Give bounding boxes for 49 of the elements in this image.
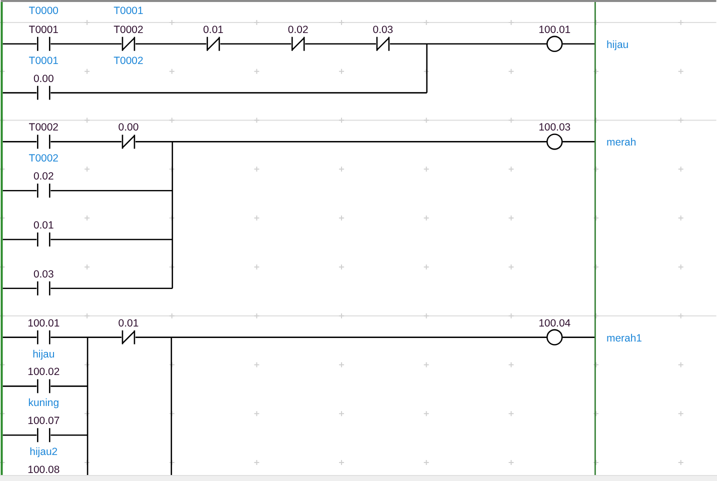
normally-closed-contact[interactable] <box>122 134 136 150</box>
contact-address: 0.03 <box>33 269 54 280</box>
coil-address: 100.03 <box>538 122 571 134</box>
contact-address: T0002 <box>114 24 144 36</box>
horizontal-scrollbar[interactable] <box>0 475 717 481</box>
contact-address: 0.01 <box>203 24 224 36</box>
contact-comment: T0001 <box>28 56 58 67</box>
coil-address: 100.01 <box>538 24 571 36</box>
normally-open-contact[interactable] <box>37 182 50 198</box>
normally-open-contact[interactable] <box>37 36 50 52</box>
coil-comment: hijau <box>606 40 629 51</box>
contact-address: 0.02 <box>288 24 308 36</box>
normally-open-contact[interactable] <box>37 330 50 345</box>
contact-comment: hijau <box>32 349 55 360</box>
contact-address: T0001 <box>28 24 58 36</box>
contact-address: 100.08 <box>28 465 60 476</box>
contact-address: 100.01 <box>28 318 60 330</box>
contact-address: 0.02 <box>33 172 54 183</box>
contact-comment: T0000 <box>28 6 58 17</box>
contact-address: 100.07 <box>28 416 60 428</box>
output-coil[interactable] <box>546 329 563 346</box>
contact-comment: T0002 <box>28 154 58 165</box>
output-coil[interactable] <box>546 36 563 52</box>
normally-open-contact[interactable] <box>37 280 50 296</box>
normally-closed-contact[interactable] <box>122 330 136 345</box>
contact-comment: hijau2 <box>30 447 58 458</box>
contact-address: 0.03 <box>372 24 394 36</box>
contact-address: T0002 <box>28 122 58 134</box>
normally-closed-contact[interactable] <box>206 36 220 52</box>
contact-address: 0.00 <box>118 122 139 134</box>
normally-open-contact[interactable] <box>37 134 50 150</box>
coil-comment: merah1 <box>606 333 642 344</box>
contact-comment: T0002 <box>114 56 144 67</box>
contact-comment: kuning <box>28 398 60 410</box>
coil-comment: merah <box>606 138 636 149</box>
normally-closed-contact[interactable] <box>376 36 390 52</box>
contact-address: 0.00 <box>33 74 54 85</box>
contact-address: 0.01 <box>118 318 139 330</box>
output-coil[interactable] <box>546 134 563 150</box>
normally-open-contact[interactable] <box>37 427 50 443</box>
contact-address: 100.02 <box>28 367 60 378</box>
normally-closed-contact[interactable] <box>122 36 136 52</box>
contact-comment: T0001 <box>114 6 144 17</box>
coil-address: 100.04 <box>538 318 571 330</box>
normally-closed-contact[interactable] <box>292 36 305 52</box>
contact-address: 0.01 <box>33 220 54 232</box>
normally-open-contact[interactable] <box>37 232 50 248</box>
normally-open-contact[interactable] <box>37 85 50 100</box>
normally-open-contact[interactable] <box>37 378 50 394</box>
